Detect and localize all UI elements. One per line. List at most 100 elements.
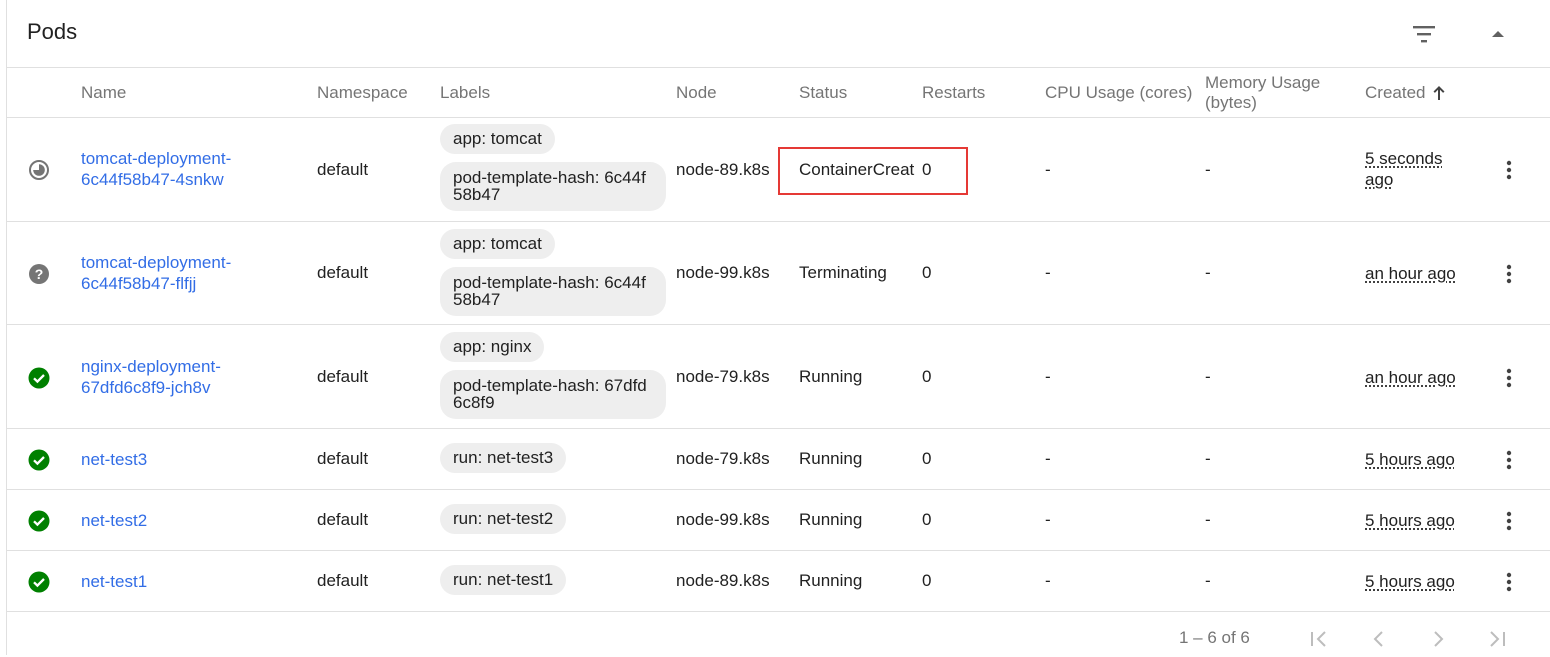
status-cell: Terminating <box>799 263 887 282</box>
namespace-cell: default <box>317 449 369 468</box>
filter-icon[interactable] <box>1410 22 1438 46</box>
created-cell: 5 hours ago <box>1365 572 1455 591</box>
column-header-memory: Memory Usage (bytes) <box>1205 68 1320 118</box>
pod-name[interactable]: nginx-deployment- 67dfd6c8f9-jch8v <box>81 356 221 398</box>
label-chip: run: net-test3 <box>440 443 567 473</box>
cpu-cell: - <box>1045 263 1051 282</box>
label-chip: pod-template-hash: 67dfd6c8f9 <box>440 370 666 419</box>
collapse-icon[interactable] <box>1487 24 1509 44</box>
pod-name-link[interactable]: tomcat-deployment- 6c44f58b47-flfjj <box>81 252 231 294</box>
label-chip: run: net-test2 <box>440 504 567 534</box>
pod-name-link[interactable]: net-test1 <box>81 571 147 592</box>
node-cell: node-89.k8s <box>676 571 770 590</box>
node-cell: node-89.k8s <box>676 160 770 179</box>
pod-name-link[interactable]: net-test2 <box>81 510 147 531</box>
column-header-name[interactable]: Name <box>81 68 126 118</box>
check-circle-icon <box>28 510 50 532</box>
labels-cell: app: nginx pod-template-hash: 67dfd6c8f9 <box>440 332 666 419</box>
pod-name[interactable]: net-test2 <box>81 510 147 531</box>
column-header-created-label: Created <box>1365 83 1426 102</box>
cpu-cell: - <box>1045 449 1051 468</box>
node-cell: node-99.k8s <box>676 263 770 282</box>
column-header-created[interactable]: Created <box>1365 68 1447 118</box>
pod-name-link[interactable]: nginx-deployment- 67dfd6c8f9-jch8v <box>81 356 221 398</box>
namespace-cell: default <box>317 367 369 386</box>
cpu-cell: - <box>1045 367 1051 386</box>
column-header-labels: Labels <box>440 83 491 102</box>
label-chip: pod-template-hash: 6c44f58b47 <box>440 267 666 316</box>
namespace-cell: default <box>317 263 369 282</box>
table-row: net-test3 default run: net-test3 node-79… <box>7 428 1550 489</box>
labels-cell: run: net-test3 <box>440 443 567 473</box>
column-header-node[interactable]: Node <box>676 68 717 118</box>
created-cell: 5 hours ago <box>1365 450 1455 469</box>
status-cell: Running <box>799 449 863 468</box>
column-header-memory-line1: Memory Usage <box>1205 73 1321 92</box>
previous-page-icon[interactable] <box>1366 626 1392 652</box>
label-chip: app: tomcat <box>440 124 555 154</box>
next-page-icon[interactable] <box>1425 626 1451 652</box>
arrow-up-icon <box>1433 86 1445 100</box>
cpu-cell: - <box>1045 571 1051 590</box>
more-vert-icon[interactable] <box>1501 448 1517 472</box>
more-vert-icon[interactable] <box>1501 366 1517 390</box>
pod-name[interactable]: tomcat-deployment- 6c44f58b47-4snkw <box>81 148 231 190</box>
pending-icon <box>28 159 50 181</box>
pagination-range: 1 – 6 of 6 <box>1179 628 1250 647</box>
created-cell: an hour ago <box>1365 368 1456 387</box>
pod-name[interactable]: net-test1 <box>81 571 147 592</box>
first-page-icon[interactable] <box>1306 626 1332 652</box>
column-header-restarts[interactable]: Restarts <box>922 68 985 118</box>
more-vert-icon[interactable] <box>1501 158 1517 182</box>
unknown-icon: ? <box>28 263 50 285</box>
pod-name[interactable]: net-test3 <box>81 449 147 470</box>
restarts-cell: 0 <box>922 571 932 590</box>
cpu-cell: - <box>1045 510 1051 529</box>
column-header-cpu: CPU Usage (cores) <box>1045 83 1193 102</box>
cpu-cell: - <box>1045 160 1051 179</box>
status-cell: Running <box>799 510 863 529</box>
restarts-cell: 0 <box>922 263 932 282</box>
memory-cell: - <box>1205 160 1211 179</box>
check-circle-icon <box>28 449 50 471</box>
label-chip: app: nginx <box>440 332 545 362</box>
restarts-cell: 0 <box>922 367 932 386</box>
label-chip: app: tomcat <box>440 229 555 259</box>
pod-name-link[interactable]: net-test3 <box>81 449 147 470</box>
column-header-status[interactable]: Status <box>799 68 847 118</box>
more-vert-icon[interactable] <box>1501 262 1517 286</box>
svg-text:?: ? <box>35 266 44 282</box>
memory-cell: - <box>1205 571 1211 590</box>
memory-cell: - <box>1205 510 1211 529</box>
table-row: nginx-deployment- 67dfd6c8f9-jch8v defaul… <box>7 324 1550 428</box>
last-page-icon[interactable] <box>1484 626 1510 652</box>
pod-name-link[interactable]: tomcat-deployment- 6c44f58b47-4snkw <box>81 148 231 190</box>
label-chip: pod-template-hash: 6c44f58b47 <box>440 162 666 211</box>
node-cell: node-99.k8s <box>676 510 770 529</box>
highlight-box <box>778 147 968 195</box>
table-row: net-test2 default run: net-test2 node-99… <box>7 489 1550 550</box>
page-title: Pods <box>27 19 78 44</box>
pods-card: Pods Name Namespace Labels Node Status R… <box>6 0 1550 655</box>
card-header: Pods <box>7 0 1550 68</box>
table-row: ? tomcat-deployment- 6c44f58b47-flfjj def… <box>7 221 1550 324</box>
check-circle-icon <box>28 367 50 389</box>
labels-cell: run: net-test1 <box>440 565 567 595</box>
restarts-cell: 0 <box>922 510 932 529</box>
restarts-cell: 0 <box>922 449 932 468</box>
more-vert-icon[interactable] <box>1501 570 1517 594</box>
memory-cell: - <box>1205 367 1211 386</box>
check-circle-icon <box>28 571 50 593</box>
created-cell: an hour ago <box>1365 264 1456 283</box>
namespace-cell: default <box>317 160 369 179</box>
table-row: net-test1 default run: net-test1 node-89… <box>7 550 1550 611</box>
column-header-namespace[interactable]: Namespace <box>317 68 408 118</box>
labels-cell: app: tomcat pod-template-hash: 6c44f58b4… <box>440 229 666 316</box>
status-cell: Running <box>799 571 863 590</box>
namespace-cell: default <box>317 510 369 529</box>
pod-name[interactable]: tomcat-deployment- 6c44f58b47-flfjj <box>81 252 231 294</box>
created-cell: 5 hours ago <box>1365 511 1455 530</box>
more-vert-icon[interactable] <box>1501 509 1517 533</box>
namespace-cell: default <box>317 571 369 590</box>
label-chip: run: net-test1 <box>440 565 567 595</box>
